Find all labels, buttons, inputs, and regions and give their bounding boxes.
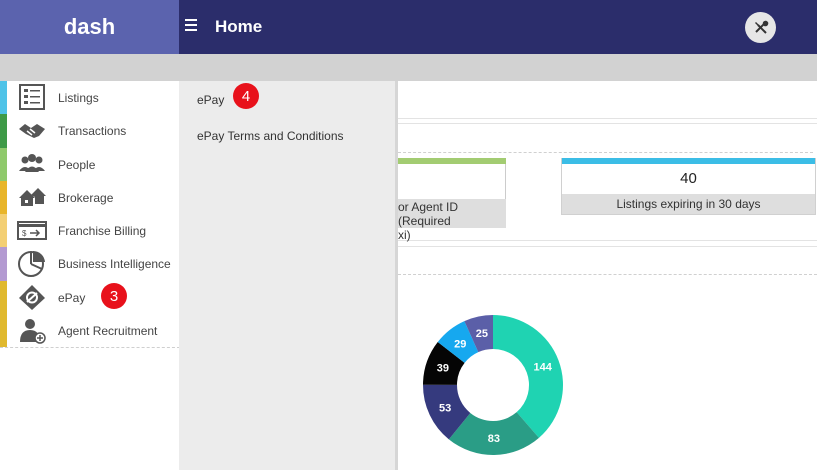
add-person-icon <box>20 318 46 344</box>
sidebar-item-label: ePay <box>58 290 86 305</box>
nav-stripe <box>0 114 7 148</box>
donut-slice-label: 53 <box>439 403 451 415</box>
tools-icon <box>754 20 768 34</box>
nav-stripe <box>0 81 7 115</box>
donut-slice-label: 83 <box>488 433 500 445</box>
agent-id-card[interactable]: or Agent ID (Required xi) <box>398 158 506 242</box>
divider <box>398 152 813 153</box>
sidebar-item-business-intelligence[interactable]: Business Intelligence <box>0 247 179 281</box>
sidebar: Listings Transactions People Brokerage $ <box>0 81 180 348</box>
svg-text:$: $ <box>22 229 27 238</box>
listings-expiring-card[interactable]: 40 Listings expiring in 30 days <box>561 158 816 215</box>
nav-stripe <box>0 313 7 347</box>
houses-icon <box>19 187 46 206</box>
divider <box>398 274 817 275</box>
sidebar-item-label: Agent Recruitment <box>58 323 158 338</box>
handshake-icon <box>19 124 45 139</box>
submenu-item-epay-terms[interactable]: ePay Terms and Conditions <box>197 129 344 143</box>
nav-stripe <box>0 214 7 248</box>
sidebar-item-label: People <box>58 157 96 172</box>
people-icon <box>19 153 45 172</box>
sidebar-item-brokerage[interactable]: Brokerage <box>0 180 179 214</box>
donut-slice-label: 39 <box>437 363 449 375</box>
step-badge-4: 4 <box>233 83 259 109</box>
sidebar-item-label: Franchise Billing <box>58 224 147 238</box>
sidebar-item-listings[interactable]: Listings <box>0 81 179 115</box>
pie-chart-icon <box>18 251 45 278</box>
donut-slice-label: 25 <box>476 328 488 340</box>
donut-chart[interactable]: 144 83 53 39 29 25 <box>420 312 566 458</box>
sidebar-item-label: Business Intelligence <box>58 257 171 272</box>
brand-logo[interactable]: dash <box>0 0 179 54</box>
donut-slice-label: 29 <box>454 338 466 350</box>
card-label-line2: xi) <box>398 228 411 242</box>
sub-header-bar <box>0 54 817 81</box>
listings-icon <box>19 84 45 110</box>
card-body <box>398 164 506 199</box>
sidebar-item-transactions[interactable]: Transactions <box>0 114 179 148</box>
sidebar-item-label: Listings <box>58 91 99 105</box>
nav-stripe <box>0 247 7 281</box>
hamburger-menu-icon[interactable] <box>185 19 197 32</box>
nav-stripe <box>0 180 7 214</box>
nav-stripe <box>0 147 7 181</box>
card-label-line1: or Agent ID (Required <box>398 200 459 228</box>
tools-button[interactable] <box>745 12 776 43</box>
content-header-strip <box>398 81 817 119</box>
billing-icon: $ <box>17 221 47 240</box>
step-badge-3: 3 <box>101 283 127 309</box>
sidebar-item-franchise-billing[interactable]: $ Franchise Billing <box>0 214 179 248</box>
nav-stripe <box>0 280 7 314</box>
card-footer: or Agent ID (Required xi) <box>398 199 506 242</box>
sidebar-item-epay[interactable]: ePay <box>0 280 179 314</box>
listings-expiring-value: 40 <box>562 164 815 194</box>
donut-slice[interactable] <box>493 315 563 438</box>
sidebar-item-label: Transactions <box>58 124 127 139</box>
sidebar-item-label: Brokerage <box>58 190 114 205</box>
sidebar-item-people[interactable]: People <box>0 147 179 181</box>
page-title: Home <box>215 17 263 36</box>
epay-icon <box>19 284 45 310</box>
epay-submenu: ePay ePay Terms and Conditions <box>179 81 398 470</box>
submenu-item-epay[interactable]: ePay <box>197 93 224 107</box>
sidebar-item-agent-recruitment[interactable]: Agent Recruitment <box>0 313 179 347</box>
donut-slice-label: 144 <box>533 361 552 373</box>
listings-expiring-label: Listings expiring in 30 days <box>562 194 815 214</box>
